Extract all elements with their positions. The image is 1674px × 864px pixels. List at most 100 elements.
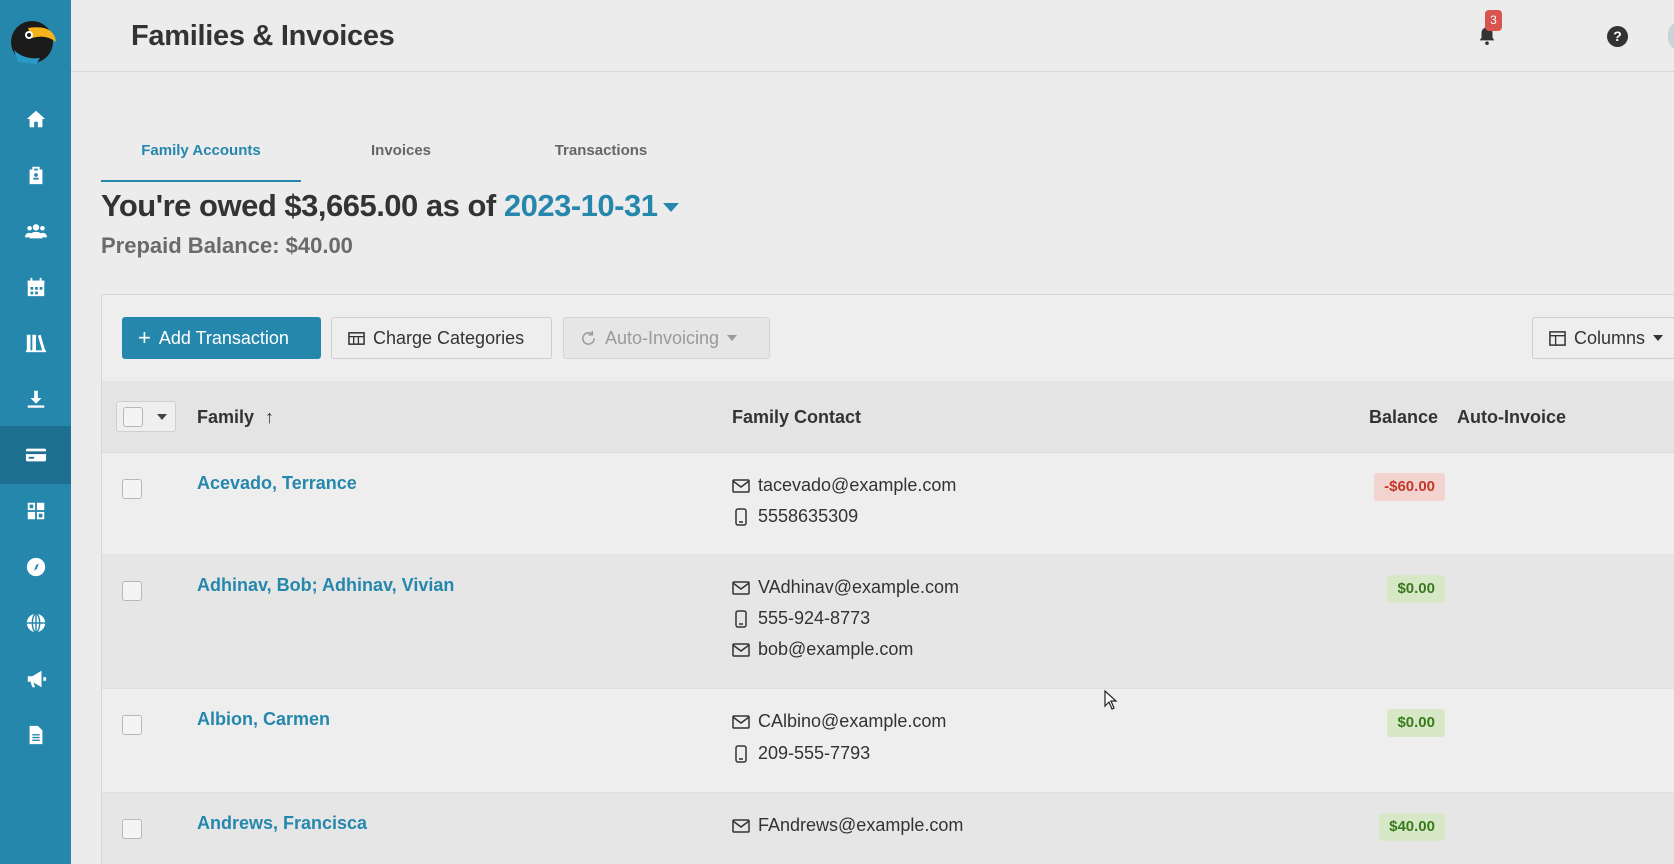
balance-badge: $0.00: [1387, 709, 1445, 737]
contact-value: VAdhinav@example.com: [758, 577, 960, 597]
sidebar-item-library[interactable]: [0, 314, 71, 372]
sidebar-item-clipboard[interactable]: [0, 146, 71, 204]
sidebar-item-download[interactable]: [0, 370, 71, 428]
contact-value: 5558635309: [758, 506, 859, 526]
sidebar-item-users[interactable]: [0, 202, 71, 260]
top-header: Families & Invoices: [71, 0, 1674, 72]
calendar-icon: [27, 277, 44, 297]
envelope-icon: [732, 642, 750, 657]
sidebar-item-documents[interactable]: [0, 706, 71, 764]
sort-ascending-icon: ↑: [265, 407, 275, 427]
contact-value: tacevado@example.com: [758, 475, 957, 495]
sidebar-item-billing[interactable]: [0, 426, 71, 484]
envelope-icon: [732, 818, 750, 833]
megaphone-icon: [27, 670, 46, 688]
sidebar-item-home[interactable]: [0, 90, 71, 148]
contact-value: 555-924-8773: [758, 608, 871, 628]
grid-icon: [27, 502, 44, 520]
auto-invoicing-label: Auto-Invoicing: [605, 327, 720, 348]
document-icon: [29, 725, 42, 745]
contact-phone[interactable]: 209-555-7793: [732, 743, 870, 764]
table-row[interactable]: Andrews, Francisca FAndrews@example.com …: [102, 793, 1674, 864]
balance-badge: $40.00: [1379, 813, 1445, 841]
sidebar-item-calendar[interactable]: [0, 258, 71, 316]
family-link[interactable]: Andrews, Francisca: [197, 813, 367, 834]
tab-family-accounts[interactable]: Family Accounts: [101, 130, 301, 182]
contact-email[interactable]: tacevado@example.com: [732, 475, 956, 496]
contact-email[interactable]: CAlbino@example.com: [732, 711, 946, 732]
columns-button[interactable]: Columns: [1532, 317, 1674, 359]
sidebar-item-dashboard[interactable]: [0, 482, 71, 540]
contact-value: 209-555-7793: [758, 743, 871, 763]
tab-invoices[interactable]: Invoices: [301, 130, 501, 182]
as-of-date: 2023-10-31: [503, 188, 658, 223]
family-link[interactable]: Acevado, Terrance: [197, 473, 357, 494]
amount-owed-heading: You're owed $3,665.00 as of 2023-10-31: [101, 188, 680, 224]
balance-badge: $0.00: [1387, 575, 1445, 603]
sidebar-item-website[interactable]: [0, 594, 71, 652]
caret-down-icon: [1653, 335, 1664, 341]
add-transaction-button[interactable]: + Add Transaction: [122, 317, 321, 359]
table-row[interactable]: Adhinav, Bob; Adhinav, Vivian VAdhinav@e…: [102, 555, 1674, 689]
amount-owed-text: You're owed $3,665.00 as of: [101, 188, 496, 223]
sidebar-item-announcements[interactable]: [0, 650, 71, 708]
mobile-phone-icon: [735, 507, 747, 526]
as-of-date-picker[interactable]: 2023-10-31: [504, 188, 680, 223]
download-icon: [27, 390, 44, 408]
contact-value: CAlbino@example.com: [758, 711, 947, 731]
help-icon[interactable]: ?: [1607, 26, 1628, 47]
sidebar-item-compass[interactable]: [0, 538, 71, 596]
contact-phone[interactable]: 555-924-8773: [732, 608, 870, 629]
columns-label: Columns: [1574, 327, 1646, 348]
mobile-phone-icon: [735, 744, 747, 763]
table-row[interactable]: Acevado, Terrance tacevado@example.com 5…: [102, 453, 1674, 555]
globe-icon: [26, 613, 45, 633]
clipboard-icon: [29, 166, 42, 185]
table-row[interactable]: Albion, Carmen CAlbino@example.com 209-5…: [102, 689, 1674, 793]
caret-down-icon: [663, 203, 680, 213]
row-checkbox[interactable]: [122, 581, 142, 601]
tab-transactions[interactable]: Transactions: [501, 130, 701, 182]
mouse-cursor-icon: [1104, 690, 1118, 710]
table-header: Family ↑ Family Contact Balance Auto-Inv…: [102, 381, 1674, 453]
row-checkbox[interactable]: [122, 715, 142, 735]
column-header-contact[interactable]: Family Contact: [732, 381, 861, 453]
envelope-icon: [732, 580, 750, 595]
row-checkbox[interactable]: [122, 479, 142, 499]
library-icon: [25, 334, 46, 353]
family-link[interactable]: Adhinav, Bob; Adhinav, Vivian: [197, 575, 454, 596]
page-title: Families & Invoices: [131, 20, 395, 52]
charge-categories-button[interactable]: Charge Categories: [331, 317, 552, 359]
add-transaction-label: Add Transaction: [158, 327, 289, 348]
contact-value: bob@example.com: [758, 639, 914, 659]
column-header-balance[interactable]: Balance: [1369, 381, 1438, 453]
caret-down-icon: [727, 335, 738, 341]
family-accounts-panel: + Add Transaction Charge Categories Auto…: [101, 294, 1674, 864]
select-all-checkbox[interactable]: [123, 407, 143, 427]
sidebar: [0, 0, 71, 864]
contact-email[interactable]: VAdhinav@example.com: [732, 577, 959, 598]
select-all-dropdown[interactable]: [116, 401, 176, 432]
row-checkbox[interactable]: [122, 819, 142, 839]
column-header-family[interactable]: Family ↑: [197, 381, 274, 453]
family-header-label: Family: [197, 407, 255, 427]
contact-email[interactable]: bob@example.com: [732, 639, 913, 660]
envelope-icon: [732, 478, 750, 493]
contact-phone[interactable]: 5558635309: [732, 506, 858, 527]
mobile-phone-icon: [735, 609, 747, 628]
home-icon: [26, 110, 45, 128]
users-icon: [24, 224, 47, 239]
credit-card-icon: [25, 448, 46, 462]
family-link[interactable]: Albion, Carmen: [197, 709, 330, 730]
contact-email[interactable]: FAndrews@example.com: [732, 815, 963, 836]
contact-value: FAndrews@example.com: [758, 815, 964, 835]
plus-icon: +: [138, 325, 151, 350]
columns-icon: [1549, 330, 1566, 346]
prepaid-balance: Prepaid Balance: $40.00: [101, 233, 353, 258]
toucan-logo-icon[interactable]: [10, 20, 56, 64]
column-header-auto-invoice[interactable]: Auto-Invoice: [1457, 381, 1566, 453]
auto-invoicing-button[interactable]: Auto-Invoicing: [563, 317, 770, 359]
refresh-icon: [582, 330, 595, 345]
balance-badge: -$60.00: [1374, 473, 1445, 501]
notification-count-badge: 3: [1485, 10, 1502, 31]
